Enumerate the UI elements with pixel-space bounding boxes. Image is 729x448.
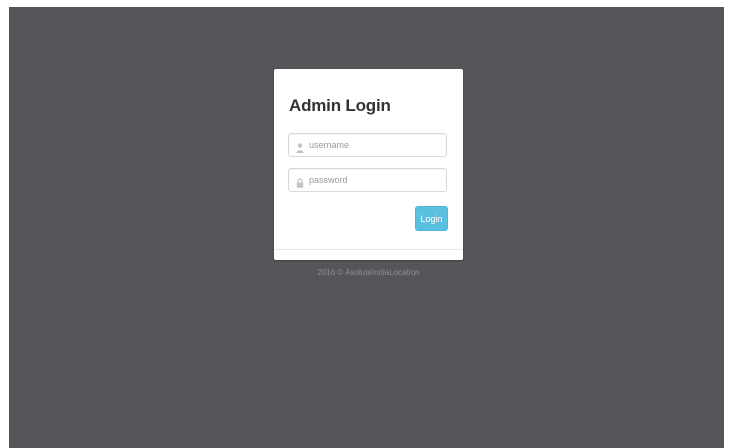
password-field[interactable] [288, 168, 447, 192]
username-field[interactable] [288, 133, 447, 157]
login-title: Admin Login [289, 96, 391, 115]
lock-icon [296, 175, 304, 188]
page-background: Admin Login Login 2016 © AsoluteIndiaLo [9, 7, 724, 448]
footer-copyright: 2016 © AsoluteIndiaLocation [317, 268, 420, 277]
username-input[interactable] [309, 135, 439, 155]
login-panel: Admin Login Login [274, 69, 463, 260]
login-button[interactable]: Login [415, 206, 448, 231]
password-input[interactable] [309, 170, 439, 190]
user-icon [296, 140, 304, 153]
card-divider [274, 249, 463, 250]
